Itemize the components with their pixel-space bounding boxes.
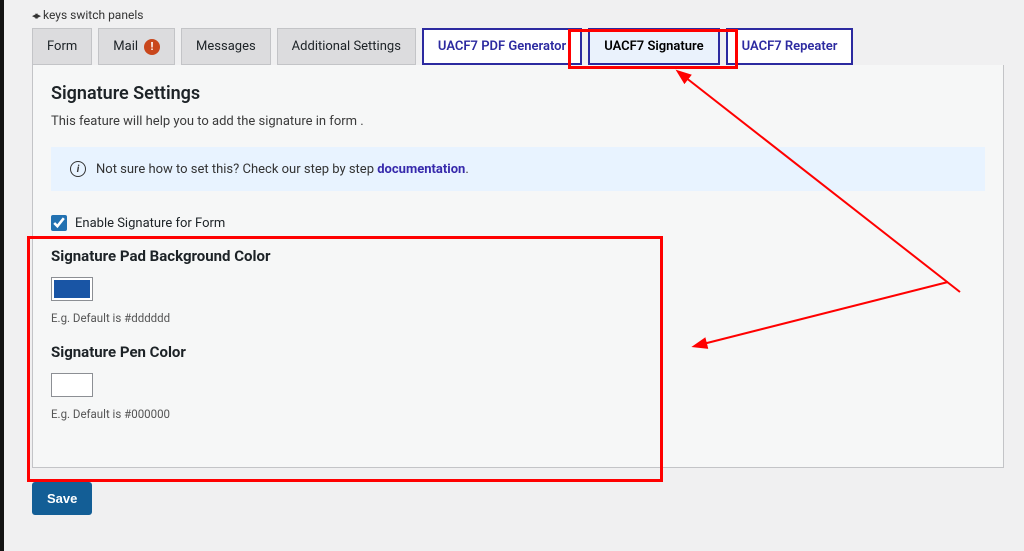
notice-text: Not sure how to set this? Check our step… xyxy=(96,162,469,177)
panel-switch-hint: ◂▸ keys switch panels xyxy=(32,8,1004,22)
tab-uacf7-repeater-label: UACF7 Repeater xyxy=(742,39,838,54)
bg-color-title: Signature Pad Background Color xyxy=(51,247,985,265)
tab-form[interactable]: Form xyxy=(32,28,92,65)
notice-suffix: . xyxy=(465,162,468,177)
tab-uacf7-signature-label: UACF7 Signature xyxy=(604,39,703,54)
save-button[interactable]: Save xyxy=(32,482,92,515)
documentation-link[interactable]: documentation xyxy=(377,162,465,177)
info-notice: i Not sure how to set this? Check our st… xyxy=(51,147,985,191)
tab-mail[interactable]: Mail! xyxy=(98,28,175,65)
enable-signature-label[interactable]: Enable Signature for Form xyxy=(75,216,225,231)
pen-color-preview xyxy=(54,376,90,394)
tab-additional-settings[interactable]: Additional Settings xyxy=(277,28,416,65)
bg-color-swatch[interactable] xyxy=(51,277,93,301)
page-title: Signature Settings xyxy=(51,83,985,104)
tab-additional-settings-label: Additional Settings xyxy=(292,39,401,54)
warning-badge-icon: ! xyxy=(144,39,160,55)
tabs-row: Form Mail! Messages Additional Settings UACF… xyxy=(32,28,1004,65)
bg-color-preview xyxy=(54,280,90,298)
pen-color-hint: E.g. Default is #000000 xyxy=(51,407,985,421)
settings-block: Enable Signature for Form Signature Pad … xyxy=(51,211,985,443)
pen-color-swatch[interactable] xyxy=(51,373,93,397)
tab-messages-label: Messages xyxy=(196,39,256,54)
notice-prefix: Not sure how to set this? Check our step… xyxy=(96,162,377,177)
panel-hint-text: keys switch panels xyxy=(43,8,143,22)
page-description: This feature will help you to add the si… xyxy=(51,114,985,129)
settings-panel: Signature Settings This feature will hel… xyxy=(32,65,1004,468)
tab-form-label: Form xyxy=(47,39,77,54)
enable-signature-checkbox[interactable] xyxy=(51,215,67,231)
info-icon: i xyxy=(70,161,86,177)
tab-uacf7-pdf-generator-label: UACF7 PDF Generator xyxy=(438,39,566,54)
pen-color-title: Signature Pen Color xyxy=(51,343,985,361)
tab-mail-label: Mail xyxy=(113,39,138,54)
tab-uacf7-repeater[interactable]: UACF7 Repeater xyxy=(726,28,854,65)
bg-color-hint: E.g. Default is #dddddd xyxy=(51,311,985,325)
tab-uacf7-signature[interactable]: UACF7 Signature xyxy=(588,28,719,65)
tab-uacf7-pdf-generator[interactable]: UACF7 PDF Generator xyxy=(422,28,582,65)
enable-signature-row: Enable Signature for Form xyxy=(51,215,985,231)
tab-messages[interactable]: Messages xyxy=(181,28,271,65)
left-right-arrows-icon: ◂▸ xyxy=(32,9,39,22)
